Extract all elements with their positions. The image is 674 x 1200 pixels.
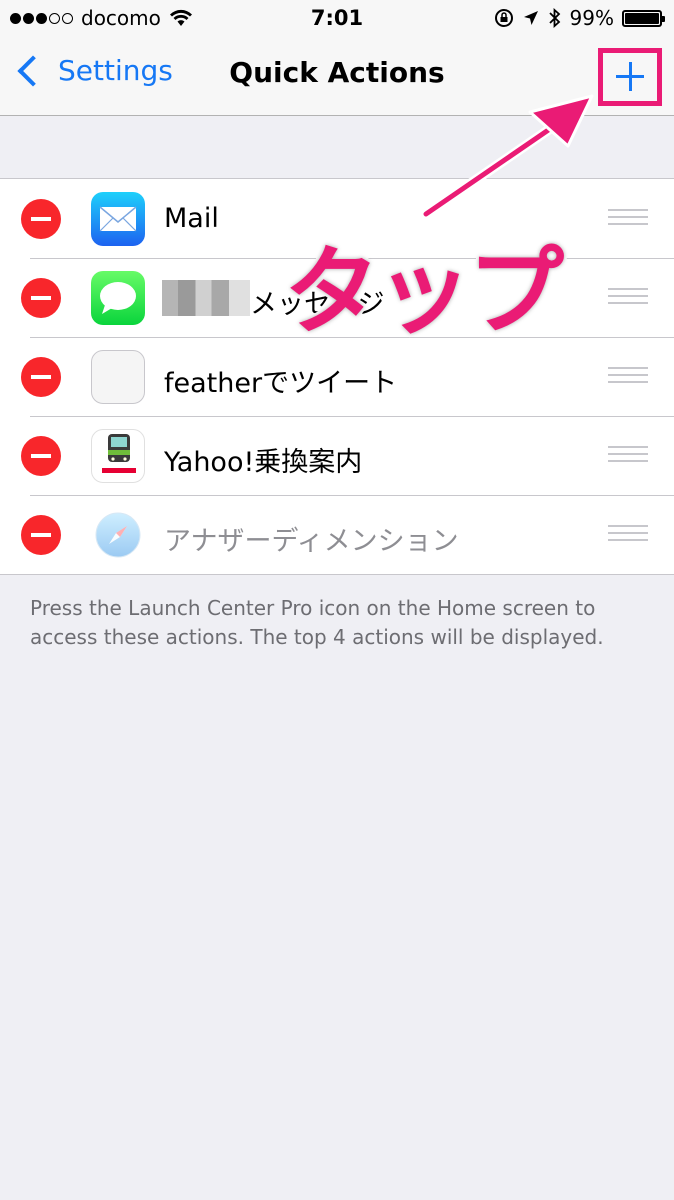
delete-button[interactable] [21,436,61,476]
action-label: Yahoo!乗換案内 [164,447,363,478]
delete-button[interactable] [21,515,61,555]
footer-description: Press the Launch Center Pro icon on the … [30,596,604,649]
yahoo-transit-icon [91,429,145,483]
action-label: アナザーディメンション [164,526,459,557]
safari-icon [91,508,145,562]
list-item: Yahoo!乗換案内 [0,416,674,495]
tap-annotation: タップ [281,233,567,351]
reorder-handle[interactable] [608,525,648,543]
reorder-handle[interactable] [608,446,648,464]
list-item: アナザーディメンション [0,495,674,574]
